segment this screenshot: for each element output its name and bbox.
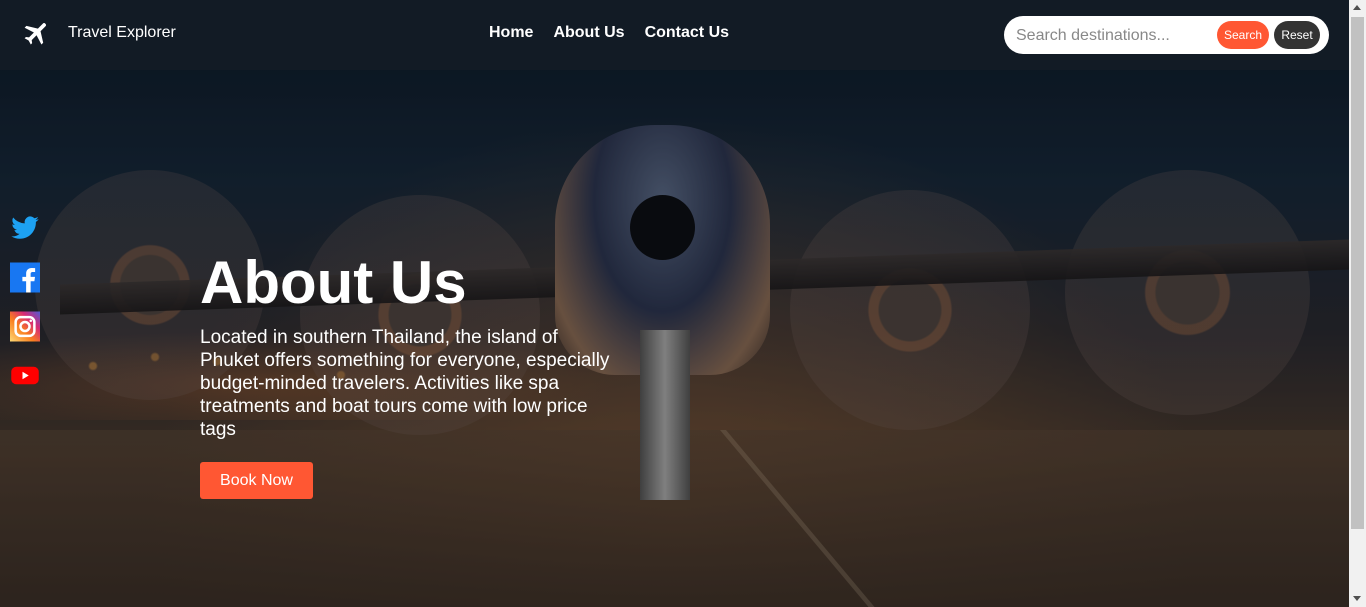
brand[interactable]: Travel Explorer	[22, 18, 176, 48]
scroll-up-icon[interactable]	[1353, 5, 1361, 10]
instagram-icon[interactable]	[10, 310, 40, 343]
search-input[interactable]	[1014, 23, 1218, 49]
airplane-icon	[24, 23, 46, 45]
brand-name: Travel Explorer	[68, 24, 176, 41]
hero-description: Located in southern Thailand, the island…	[200, 327, 610, 440]
page-title: About Us	[200, 249, 467, 316]
reset-button[interactable]: Reset	[1274, 21, 1320, 49]
scroll-down-icon[interactable]	[1353, 596, 1361, 601]
search-bar: Search Reset	[1004, 16, 1329, 54]
book-now-button[interactable]: Book Now	[200, 462, 313, 499]
nav-home[interactable]: Home	[489, 24, 533, 42]
hero-content: About Us Located in southern Thailand, t…	[200, 250, 620, 441]
social-links	[10, 212, 40, 392]
nav-contact-us[interactable]: Contact Us	[645, 24, 729, 42]
search-button[interactable]: Search	[1217, 21, 1269, 49]
twitter-icon[interactable]	[10, 212, 40, 245]
navbar: Travel Explorer Home About Us Contact Us…	[0, 0, 1349, 70]
nav-about-us[interactable]: About Us	[553, 24, 624, 42]
youtube-icon[interactable]	[10, 359, 40, 392]
facebook-icon[interactable]	[10, 261, 40, 294]
scrollbar[interactable]	[1349, 0, 1366, 607]
scroll-thumb[interactable]	[1351, 17, 1364, 529]
main-nav: Home About Us Contact Us	[489, 24, 729, 42]
